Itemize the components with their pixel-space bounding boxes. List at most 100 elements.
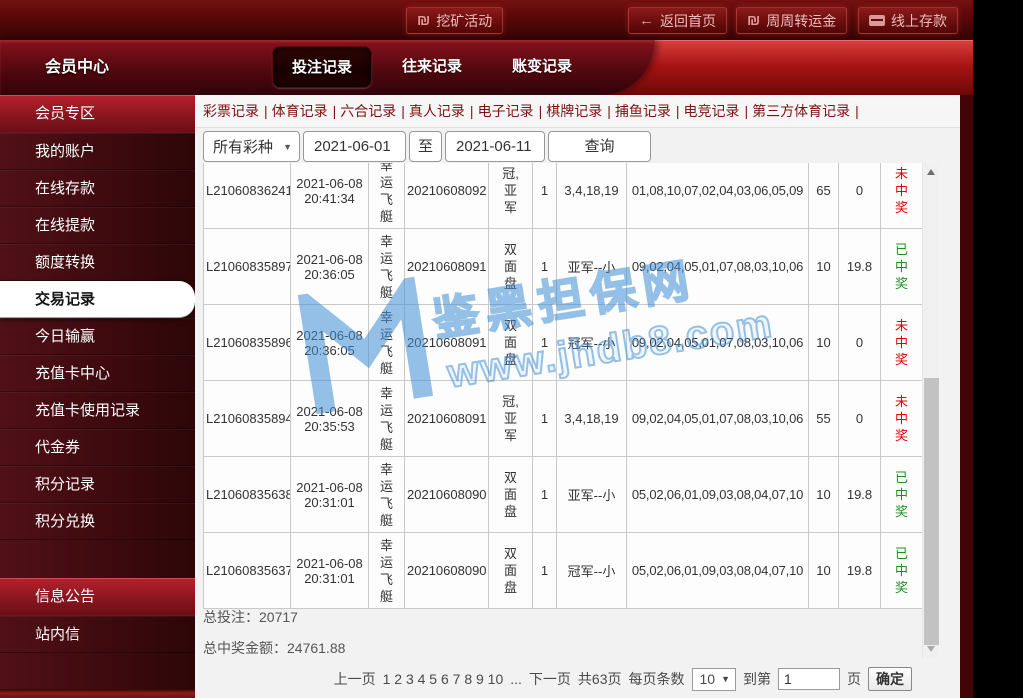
total-win-line: 总中奖金额：24761.88 bbox=[203, 638, 345, 658]
issue-number: 20210608092 bbox=[405, 163, 489, 229]
sidebar-item-site-mail[interactable]: 站内信 bbox=[0, 616, 195, 653]
subnav-link-esports-records[interactable]: 电竞记录 bbox=[683, 103, 752, 119]
subnav-link-liuhe-records[interactable]: 六合记录 bbox=[340, 103, 409, 119]
page-unit-label: 页 bbox=[847, 669, 861, 689]
order-id-link[interactable]: L21060835894 bbox=[204, 381, 291, 457]
bet-content: 冠军--小 bbox=[557, 305, 627, 381]
play-type: 双面盘 bbox=[489, 229, 533, 305]
bet-content: 3,4,18,19 bbox=[557, 163, 627, 229]
sidebar-item-quota-exchange[interactable]: 额度转换 bbox=[0, 244, 195, 281]
sidebar: 会员专区我的账户在线存款在线提款额度转换交易记录今日输赢充值卡中心充值卡使用记录… bbox=[0, 95, 195, 698]
status-label: 已中奖 bbox=[881, 457, 923, 533]
back-home-button[interactable]: ← 返回首页 bbox=[628, 7, 727, 34]
goto-page-label: 到第 bbox=[743, 669, 771, 689]
query-button[interactable]: 查询 bbox=[548, 131, 651, 162]
record-row: L210608362412021-06-08 20:41:34幸运飞艇20210… bbox=[204, 163, 923, 229]
bet-time: 2021-06-08 20:35:53 bbox=[291, 381, 369, 457]
win-amount: 0 bbox=[839, 305, 881, 381]
scroll-down-arrow-icon[interactable] bbox=[927, 646, 935, 652]
bet-time: 2021-06-08 20:31:01 bbox=[291, 533, 369, 609]
win-amount: 19.8 bbox=[839, 533, 881, 609]
bet-amount: 10 bbox=[809, 533, 839, 609]
right-edge-strip bbox=[960, 95, 973, 698]
sidebar-item-recharge-card-usage[interactable]: 充值卡使用记录 bbox=[0, 392, 195, 429]
draw-result: 09,02,04,05,01,07,08,03,10,06 bbox=[627, 305, 809, 381]
issue-number: 20210608090 bbox=[405, 533, 489, 609]
sidebar-item-my-account[interactable]: 我的账户 bbox=[0, 133, 195, 170]
tab-transfer-records[interactable]: 往来记录 bbox=[382, 46, 482, 88]
order-id-link[interactable]: L21060835638 bbox=[204, 457, 291, 533]
total-pages-label: 共63页 bbox=[578, 669, 622, 689]
multiple: 1 bbox=[533, 457, 557, 533]
lottery-type-select[interactable]: 所有彩种 ▼ bbox=[203, 131, 300, 162]
total-bet-label: 总投注： bbox=[203, 609, 259, 625]
order-id-link[interactable]: L21060835896 bbox=[204, 305, 291, 381]
sidebar-item-transaction-records[interactable]: 交易记录 bbox=[0, 281, 195, 318]
topbar: ₪ 挖矿活动 ← 返回首页 ₪ 周周转运金 线上存款 bbox=[0, 0, 973, 40]
bet-content: 亚军--小 bbox=[557, 229, 627, 305]
subnav-link-lottery-records[interactable]: 彩票记录 bbox=[203, 103, 272, 119]
record-row: L210608358942021-06-08 20:35:53幸运飞艇20210… bbox=[204, 381, 923, 457]
weekly-bonus-button[interactable]: ₪ 周周转运金 bbox=[736, 7, 847, 34]
per-page-label: 每页条数 bbox=[629, 669, 685, 689]
next-page-link[interactable]: 下一页 bbox=[529, 669, 571, 689]
online-deposit-button[interactable]: 线上存款 bbox=[858, 7, 958, 34]
lottery-type-value: 所有彩种 bbox=[204, 136, 283, 157]
bet-amount: 10 bbox=[809, 229, 839, 305]
table-scrollbar[interactable] bbox=[922, 163, 939, 658]
record-row: L210608356382021-06-08 20:31:01幸运飞艇20210… bbox=[204, 457, 923, 533]
arrow-left-icon: ← bbox=[639, 12, 654, 29]
sidebar-item-today-win-loss[interactable]: 今日输赢 bbox=[0, 318, 195, 355]
lottery-name: 幸运飞艇 bbox=[369, 457, 405, 533]
online-deposit-label: 线上存款 bbox=[891, 11, 947, 31]
sidebar-item-voucher[interactable]: 代金券 bbox=[0, 429, 195, 466]
scroll-up-arrow-icon[interactable] bbox=[927, 169, 935, 175]
status-label: 未中奖 bbox=[881, 305, 923, 381]
order-id-link[interactable]: L21060835897 bbox=[204, 229, 291, 305]
subnav-link-third-party-sports-records[interactable]: 第三方体育记录 bbox=[752, 103, 863, 119]
record-row: L210608358962021-06-08 20:36:05幸运飞艇20210… bbox=[204, 305, 923, 381]
date-from-input[interactable] bbox=[303, 131, 406, 162]
subnav-link-slots-records[interactable]: 电子记录 bbox=[478, 103, 547, 119]
goto-page-input[interactable] bbox=[778, 668, 840, 690]
draw-result: 05,02,06,01,09,03,08,04,07,10 bbox=[627, 533, 809, 609]
tab-account-change-records[interactable]: 账变记录 bbox=[492, 46, 592, 88]
play-type: 冠,亚军 bbox=[489, 163, 533, 229]
sidebar-item-announcements[interactable]: 信息公告 bbox=[0, 578, 195, 616]
subnav-link-board-games-records[interactable]: 棋牌记录 bbox=[546, 103, 615, 119]
date-to-input[interactable] bbox=[445, 131, 545, 162]
sidebar-item-member-zone[interactable]: 会员专区 bbox=[0, 95, 195, 133]
sidebar-item-points-exchange[interactable]: 积分兑换 bbox=[0, 503, 195, 540]
sidebar-item-online-deposit[interactable]: 在线存款 bbox=[0, 170, 195, 207]
page-ellipsis: ... bbox=[510, 671, 522, 687]
multiple: 1 bbox=[533, 229, 557, 305]
multiple: 1 bbox=[533, 163, 557, 229]
scrollbar-thumb[interactable] bbox=[924, 378, 939, 645]
lottery-name: 幸运飞艇 bbox=[369, 163, 405, 229]
sidebar-item-recharge-card-center[interactable]: 充值卡中心 bbox=[0, 355, 195, 392]
chevron-down-icon: ▼ bbox=[721, 674, 730, 684]
record-row: L210608356372021-06-08 20:31:01幸运飞艇20210… bbox=[204, 533, 923, 609]
subnav-link-fishing-records[interactable]: 捕鱼记录 bbox=[615, 103, 684, 119]
order-id-link[interactable]: L21060836241 bbox=[204, 163, 291, 229]
play-type: 双面盘 bbox=[489, 305, 533, 381]
mining-activity-button[interactable]: ₪ 挖矿活动 bbox=[406, 7, 503, 34]
shekel-icon: ₪ bbox=[417, 12, 430, 29]
confirm-button[interactable]: 确定 bbox=[868, 667, 912, 691]
sidebar-item-points-records[interactable]: 积分记录 bbox=[0, 466, 195, 503]
subnav-link-sports-records[interactable]: 体育记录 bbox=[272, 103, 341, 119]
page: ₪ 挖矿活动 ← 返回首页 ₪ 周周转运金 线上存款 会员中心 投注记录 往来记… bbox=[0, 0, 1023, 698]
issue-number: 20210608090 bbox=[405, 457, 489, 533]
bet-content: 冠军--小 bbox=[557, 533, 627, 609]
sidebar-item-online-withdraw[interactable]: 在线提款 bbox=[0, 207, 195, 244]
draw-result: 09,02,04,05,01,07,08,03,10,06 bbox=[627, 229, 809, 305]
tab-bet-records[interactable]: 投注记录 bbox=[272, 46, 372, 88]
status-label: 未中奖 bbox=[881, 163, 923, 229]
issue-number: 20210608091 bbox=[405, 305, 489, 381]
order-id-link[interactable]: L21060835637 bbox=[204, 533, 291, 609]
subnav-link-live-casino-records[interactable]: 真人记录 bbox=[409, 103, 478, 119]
main-content: 彩票记录体育记录六合记录真人记录电子记录棋牌记录捕鱼记录电竞记录第三方体育记录 … bbox=[195, 95, 960, 698]
prev-page-link[interactable]: 上一页 bbox=[334, 669, 376, 689]
page-number-links[interactable]: 1 2 3 4 5 6 7 8 9 10 bbox=[383, 671, 504, 687]
per-page-select[interactable]: 10 ▼ bbox=[692, 668, 737, 691]
